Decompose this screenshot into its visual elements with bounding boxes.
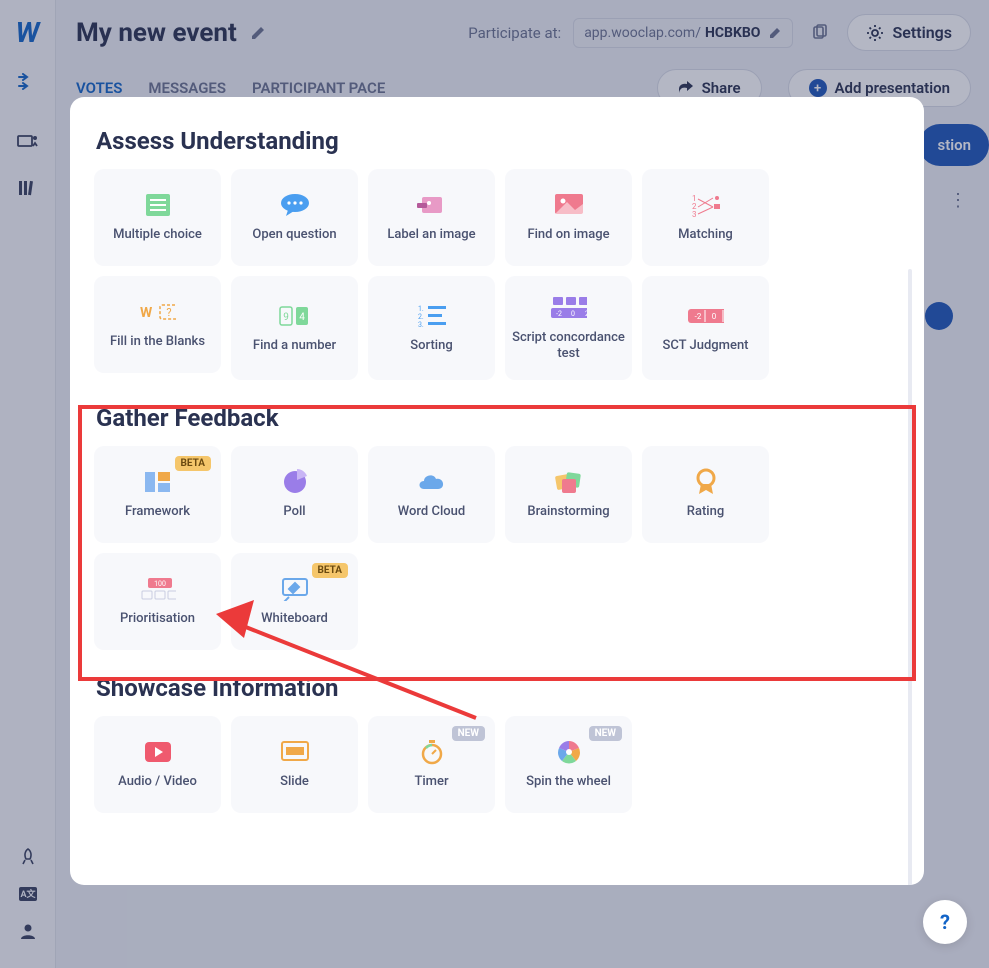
priority-icon: 100: [140, 575, 176, 603]
svg-text:2: 2: [585, 310, 587, 318]
card-spin-wheel[interactable]: NEW Spin the wheel: [505, 716, 632, 813]
svg-text:-2: -2: [556, 310, 562, 318]
notes-icon: [551, 468, 587, 496]
card-script-concordance[interactable]: -2 0 2 Script concordance test: [505, 276, 632, 380]
card-label: Find on image: [521, 227, 615, 243]
section-title-assess: Assess Understanding: [96, 127, 900, 155]
whiteboard-icon: [277, 575, 313, 603]
card-slide[interactable]: Slide: [231, 716, 358, 813]
fill-blanks-icon: W?: [140, 298, 176, 326]
svg-text:100: 100: [154, 580, 166, 588]
section-title-showcase: Showcase Information: [96, 674, 900, 702]
card-label-image[interactable]: Label an image: [368, 169, 495, 266]
card-label: Open question: [246, 227, 342, 243]
svg-text:W: W: [140, 305, 153, 321]
card-label: Timer: [408, 774, 454, 790]
card-find-number[interactable]: 94 Find a number: [231, 276, 358, 380]
slide-icon: [277, 738, 313, 766]
svg-text:2.: 2.: [418, 313, 424, 321]
svg-text:4: 4: [299, 312, 305, 323]
card-label: Find a number: [247, 338, 342, 354]
new-badge: NEW: [589, 726, 622, 741]
card-framework[interactable]: BETA Framework: [94, 446, 221, 543]
card-label: Brainstorming: [521, 504, 615, 520]
svg-text:-2: -2: [694, 312, 701, 321]
sorting-icon: 1.2.3.: [414, 302, 450, 330]
showcase-grid: Audio / Video Slide NEW Timer NEW Spin t…: [94, 716, 900, 813]
svg-text:3.: 3.: [418, 321, 424, 328]
svg-text:9: 9: [283, 312, 289, 323]
card-whiteboard[interactable]: BETA Whiteboard: [231, 553, 358, 650]
find-image-icon: [551, 191, 587, 219]
card-find-image[interactable]: Find on image: [505, 169, 632, 266]
section-title-feedback: Gather Feedback: [96, 404, 900, 432]
card-audio-video[interactable]: Audio / Video: [94, 716, 221, 813]
card-label: Label an image: [381, 227, 481, 243]
card-label: Sorting: [404, 338, 458, 354]
card-open-question[interactable]: Open question: [231, 169, 358, 266]
svg-text:?: ?: [166, 306, 171, 319]
card-label: Framework: [119, 504, 196, 520]
svg-text:0: 0: [571, 310, 575, 318]
beta-badge: BETA: [312, 563, 349, 578]
sct-icon: -2 0 2: [551, 294, 587, 322]
card-label: Multiple choice: [107, 227, 208, 243]
card-label: Rating: [681, 504, 730, 520]
card-label: Audio / Video: [112, 774, 203, 790]
card-sct-judgment[interactable]: -202 SCT Judgment: [642, 276, 769, 380]
card-poll[interactable]: Poll: [231, 446, 358, 543]
assess-grid: Multiple choice Open question Label an i…: [94, 169, 900, 380]
card-prioritisation[interactable]: 100 Prioritisation: [94, 553, 221, 650]
wheel-icon: [551, 738, 587, 766]
question-type-modal: Assess Understanding Multiple choice Ope…: [70, 97, 924, 885]
stopwatch-icon: [414, 738, 450, 766]
new-badge: NEW: [452, 726, 485, 741]
label-image-icon: [414, 191, 450, 219]
card-matching[interactable]: 123 Matching: [642, 169, 769, 266]
card-label: Word Cloud: [392, 504, 471, 520]
card-brainstorming[interactable]: Brainstorming: [505, 446, 632, 543]
speech-bubble-icon: [277, 191, 313, 219]
cloud-icon: [414, 468, 450, 496]
pie-chart-icon: [277, 468, 313, 496]
card-label: Spin the wheel: [520, 774, 617, 790]
matching-icon: 123: [688, 191, 724, 219]
card-label: Whiteboard: [255, 611, 334, 627]
find-number-icon: 94: [277, 302, 313, 330]
card-label: Slide: [274, 774, 315, 790]
svg-text:3: 3: [692, 210, 697, 217]
svg-text:1.: 1.: [418, 305, 424, 313]
card-label: Matching: [672, 227, 739, 243]
card-sorting[interactable]: 1.2.3. Sorting: [368, 276, 495, 380]
ribbon-icon: [688, 468, 724, 496]
card-multiple-choice[interactable]: Multiple choice: [94, 169, 221, 266]
card-fill-blanks[interactable]: W? Fill in the Blanks: [94, 276, 221, 373]
card-label: Script concordance test: [505, 330, 632, 363]
card-label: SCT Judgment: [656, 338, 754, 354]
card-word-cloud[interactable]: Word Cloud: [368, 446, 495, 543]
help-button[interactable]: ?: [923, 900, 967, 944]
card-rating[interactable]: Rating: [642, 446, 769, 543]
play-icon: [140, 738, 176, 766]
sct-judgment-icon: -202: [688, 302, 724, 330]
beta-badge: BETA: [175, 456, 212, 471]
card-label: Prioritisation: [114, 611, 201, 627]
scrollbar[interactable]: [908, 269, 912, 885]
feedback-grid: BETA Framework Poll Word Cloud Brainstor…: [94, 446, 900, 650]
card-timer[interactable]: NEW Timer: [368, 716, 495, 813]
card-label: Fill in the Blanks: [104, 334, 211, 350]
svg-text:0: 0: [711, 312, 716, 321]
card-label: Poll: [277, 504, 311, 520]
list-check-icon: [140, 191, 176, 219]
framework-icon: [140, 468, 176, 496]
